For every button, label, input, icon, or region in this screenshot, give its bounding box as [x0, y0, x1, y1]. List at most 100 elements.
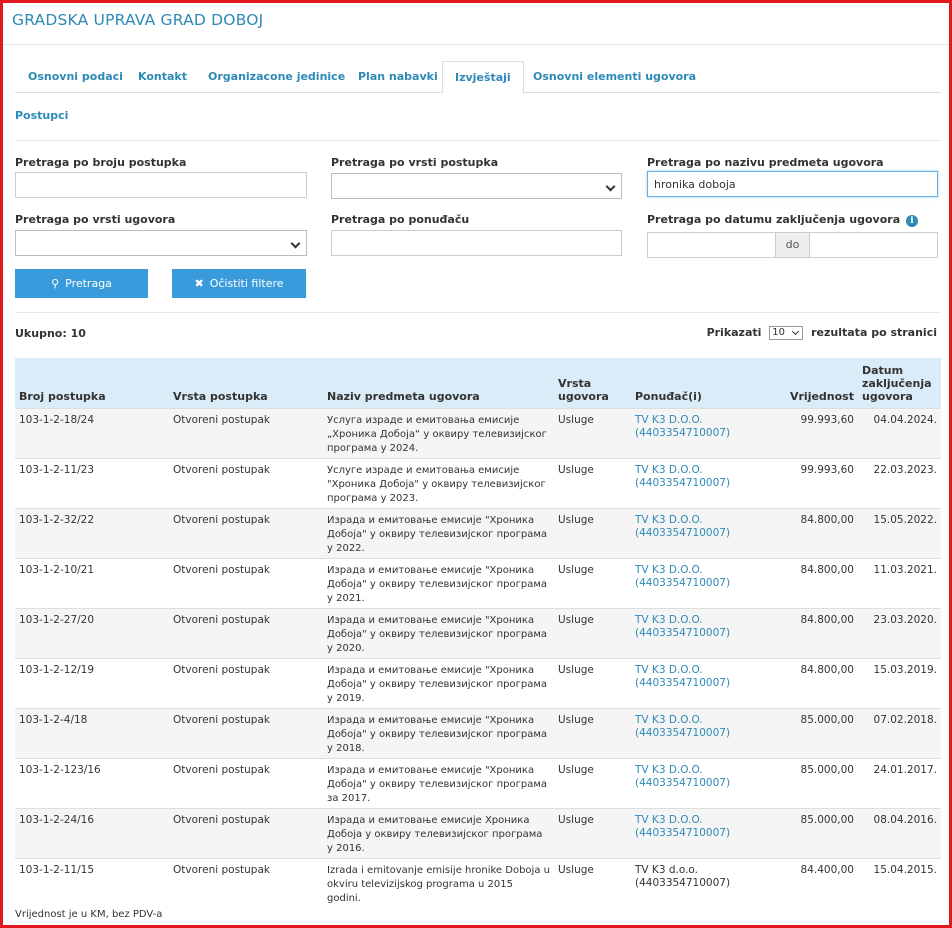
tab-osnovni-podaci[interactable]: Osnovni podaci: [28, 61, 123, 93]
ponudjac-name: TV K3 D.O.O.: [635, 463, 703, 476]
cell-datum: 15.04.2015.: [873, 863, 937, 876]
cell-vrijednost: 84.800,00: [800, 613, 854, 626]
tab-bar: Osnovni podaci Kontakt Organizacone jedi…: [15, 61, 941, 94]
ponudjac-link[interactable]: TV K3 D.O.O. (4403354710007): [635, 714, 730, 740]
col-header-vrsta-postupka[interactable]: Vrsta postupka: [169, 358, 323, 408]
naziv-predmeta-label: Pretraga po nazivu predmeta ugovora: [647, 156, 884, 169]
cell-vrsta-ugovora: Usluge: [558, 563, 594, 576]
table-row[interactable]: 103-1-2-24/16 Otvoreni postupak Израда и е…: [15, 808, 941, 858]
col-header-vrijednost[interactable]: Vrijednost: [751, 358, 858, 408]
cell-ponudjac: TV K3 D.O.O. (4403354710007): [631, 658, 751, 708]
ponudjac-link[interactable]: TV K3 D.O.O. (4403354710007): [635, 514, 730, 540]
ponudjac-link[interactable]: TV K3 D.O.O. (4403354710007): [635, 464, 730, 490]
subnav-postupci[interactable]: Postupci: [15, 109, 68, 122]
vrsta-ugovora-label: Pretraga po vrsti ugovora: [15, 213, 176, 226]
cell-naziv: Услуге израде и емитовања емисије "Хрони…: [327, 464, 546, 504]
col-header-vrsta-ugovora-l2: ugovora: [558, 389, 609, 403]
tab-plan-nabavki[interactable]: Plan nabavki: [358, 61, 438, 93]
cell-vrsta-postupka: Otvoreni postupak: [173, 563, 270, 576]
col-header-datum[interactable]: Datum zaključenja ugovora: [858, 358, 941, 408]
col-header-broj[interactable]: Broj postupka: [15, 358, 169, 408]
table-row[interactable]: 103-1-2-32/22 Otvoreni postupak Израда и е…: [15, 508, 941, 558]
cell-vrijednost: 99.993,60: [800, 413, 854, 426]
cell-naziv: Услуга израде и емитовања емисије „Хрони…: [327, 414, 547, 454]
tab-osnovni-elementi-ugovora[interactable]: Osnovni elementi ugovora: [533, 61, 696, 93]
cell-naziv: Израда и емитовање емисије "Хроника Добо…: [327, 514, 547, 554]
ponudjac-link[interactable]: TV K3 D.O.O. (4403354710007): [635, 414, 730, 440]
ponudjac-link[interactable]: TV K3 D.O.O. (4403354710007): [635, 614, 730, 640]
table-row[interactable]: 103-1-2-123/16 Otvoreni postupak Израда и …: [15, 758, 941, 808]
datum-from-input[interactable]: [647, 232, 776, 258]
ponudjac-input[interactable]: [331, 230, 622, 256]
ponudjac-link[interactable]: TV K3 D.O.O. (4403354710007): [635, 764, 730, 790]
vrsta-postupka-select[interactable]: [331, 173, 622, 199]
cell-broj: 103-1-2-12/19: [19, 663, 95, 676]
col-header-datum-l1: Datum: [862, 363, 904, 377]
cell-datum: 11.03.2021.: [873, 563, 937, 576]
cell-datum: 23.03.2020.: [873, 613, 937, 626]
tab-organizacone-jedinice[interactable]: Organizacone jedinice: [208, 61, 345, 93]
cell-ponudjac: TV K3 D.O.O. (4403354710007): [631, 408, 751, 458]
cell-vrijednost: 84.800,00: [800, 663, 854, 676]
table-row[interactable]: 103-1-2-12/19 Otvoreni postupak Израда и е…: [15, 658, 941, 708]
cell-ponudjac: TV K3 D.O.O. (4403354710007): [631, 608, 751, 658]
ponudjac-name: TV K3 D.O.O.: [635, 713, 703, 726]
divider: [15, 312, 941, 313]
ponudjac-name: TV K3 D.O.O.: [635, 413, 703, 426]
vrsta-ugovora-select[interactable]: [15, 230, 307, 256]
cell-datum: 22.03.2023.: [873, 463, 937, 476]
cell-vrsta-postupka: Otvoreni postupak: [173, 613, 270, 626]
cell-vrijednost: 84.800,00: [800, 563, 854, 576]
search-button[interactable]: ⚲ Pretraga: [15, 269, 148, 298]
ponudjac-link[interactable]: TV K3 D.O.O. (4403354710007): [635, 814, 730, 840]
cell-broj: 103-1-2-4/18: [19, 713, 88, 726]
clear-filters-button[interactable]: ✖ Očistiti filtere: [172, 269, 306, 298]
ponudjac-name: TV K3 D.O.O.: [635, 563, 703, 576]
table-row[interactable]: 103-1-2-11/15 Otvoreni postupak Izrada i e…: [15, 858, 941, 908]
ponudjac-id: (4403354710007): [635, 677, 731, 689]
table-row[interactable]: 103-1-2-4/18 Otvoreni postupak Израда и ем…: [15, 708, 941, 758]
tab-izvjestaji[interactable]: Izvještaji: [442, 61, 524, 94]
ponudjac-link[interactable]: TV K3 D.O.O. (4403354710007): [635, 664, 730, 690]
footer-note: Vrijednost je u KM, bez PDV-a: [15, 909, 163, 920]
datum-zakljucenja-label-text: Pretraga po datumu zaključenja ugovora: [647, 213, 901, 226]
ponudjac-id: (4403354710007): [635, 427, 731, 439]
cell-vrijednost: 99.993,60: [800, 463, 854, 476]
page-header: GRADSKA UPRAVA GRAD DOBOJ: [3, 3, 949, 45]
cell-naziv: Израда и емитовање емисије "Хроника Добо…: [327, 664, 547, 704]
ponudjac-link[interactable]: TV K3 D.O.O. (4403354710007): [635, 564, 730, 590]
cell-broj: 103-1-2-11/15: [19, 863, 95, 876]
naziv-predmeta-input[interactable]: [647, 171, 938, 197]
clear-filters-label: Očistiti filtere: [209, 277, 284, 290]
cell-ponudjac: TV K3 d.o.o. (4403354710007): [631, 858, 751, 908]
datum-zakljucenja-label: Pretraga po datumu zaključenja ugovora i: [647, 213, 918, 227]
per-page-control: Prikazati 10 rezultata po stranici: [707, 326, 937, 340]
ponudjac-name: TV K3 D.O.O.: [635, 813, 703, 826]
cell-ponudjac: TV K3 D.O.O. (4403354710007): [631, 508, 751, 558]
ponudjac-name: TV K3 D.O.O.: [635, 513, 703, 526]
table-row[interactable]: 103-1-2-18/24 Otvoreni postupak Услуга изр…: [15, 408, 941, 458]
col-header-naziv[interactable]: Naziv predmeta ugovora: [323, 358, 554, 408]
cell-datum: 08.04.2016.: [873, 813, 937, 826]
tab-kontakt[interactable]: Kontakt: [138, 61, 187, 93]
chevron-down-icon: [290, 238, 301, 249]
col-header-vrsta-ugovora[interactable]: Vrsta ugovora: [554, 358, 631, 408]
table-row[interactable]: 103-1-2-10/21 Otvoreni postupak Израда и е…: [15, 558, 941, 608]
ponudjac-id: (4403354710007): [635, 777, 731, 789]
broj-postupka-input[interactable]: [15, 172, 307, 198]
cell-vrsta-postupka: Otvoreni postupak: [173, 813, 270, 826]
info-icon[interactable]: i: [905, 215, 918, 227]
datum-to-input[interactable]: [809, 232, 938, 258]
cell-vrijednost: 85.000,00: [800, 813, 854, 826]
app-frame: GRADSKA UPRAVA GRAD DOBOJ Osnovni podaci…: [0, 0, 952, 928]
cell-naziv: Израда и емитовање емисије "Хроника Добо…: [327, 714, 547, 754]
cell-vrsta-ugovora: Usluge: [558, 613, 594, 626]
per-page-select[interactable]: 10: [769, 326, 804, 340]
cell-vrijednost: 84.400,00: [800, 863, 854, 876]
chevron-down-icon: [605, 181, 616, 192]
cell-broj: 103-1-2-32/22: [19, 513, 95, 526]
col-header-ponudjac[interactable]: Ponuđač(i): [631, 358, 751, 408]
cell-broj: 103-1-2-10/21: [19, 563, 95, 576]
table-row[interactable]: 103-1-2-11/23 Otvoreni postupak Услуге изр…: [15, 458, 941, 508]
table-row[interactable]: 103-1-2-27/20 Otvoreni postupak Израда и е…: [15, 608, 941, 658]
